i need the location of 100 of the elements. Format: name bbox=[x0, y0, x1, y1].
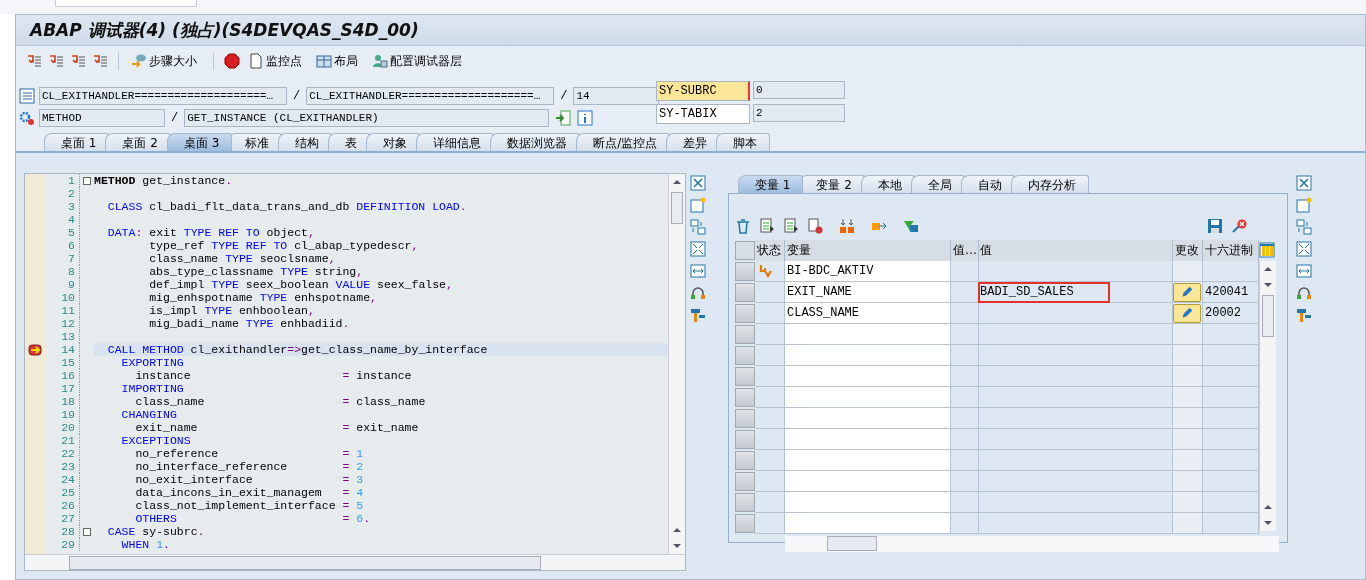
scrollbar[interactable] bbox=[1259, 261, 1276, 531]
method-field: GET_INSTANCE (CL_EXITHANDLER) bbox=[184, 109, 550, 127]
line-number: 16 bbox=[46, 369, 80, 382]
code-line: def_impl TYPE seex_boolean VALUE seex_false, bbox=[148, 278, 454, 291]
line-number: 15 bbox=[46, 356, 80, 369]
horizontal-scrollbar[interactable] bbox=[785, 536, 1279, 552]
sort-icon[interactable] bbox=[839, 218, 855, 234]
toolbar-button[interactable]: 布局 bbox=[314, 50, 364, 72]
save-icon[interactable] bbox=[1207, 218, 1223, 234]
line-number: 2 bbox=[46, 187, 80, 200]
swap-icon[interactable] bbox=[1296, 219, 1312, 235]
swap-icon[interactable] bbox=[690, 219, 706, 235]
toolbar-button[interactable]: 步骤大小 bbox=[129, 50, 203, 72]
table-cell bbox=[951, 303, 979, 324]
table-cell bbox=[951, 387, 979, 408]
code-line: no_reference = 1 bbox=[134, 447, 365, 460]
tab[interactable]: 变量 1 bbox=[738, 175, 804, 193]
step-icon[interactable] bbox=[26, 53, 42, 69]
tab[interactable]: 桌面 2 bbox=[105, 133, 171, 151]
horizontal-scrollbar[interactable] bbox=[25, 554, 685, 570]
table-cell bbox=[1173, 366, 1203, 387]
tab[interactable]: 自动 bbox=[960, 175, 1015, 193]
column-header[interactable]: 变量 bbox=[785, 240, 951, 261]
columns-icon[interactable] bbox=[1259, 242, 1275, 258]
variable-field[interactable]: SY-SUBRC bbox=[656, 81, 750, 101]
line-number: 13 bbox=[46, 330, 80, 343]
column-header[interactable]: 值 bbox=[979, 240, 1173, 261]
separator-text: / bbox=[170, 111, 180, 125]
table-cell bbox=[951, 324, 979, 345]
table-cell[interactable]: BI-BDC_AKTIV bbox=[785, 261, 951, 282]
expand-icon[interactable] bbox=[1296, 241, 1312, 257]
code-line: WHEN 1. bbox=[120, 538, 171, 551]
column-header[interactable]: 值… bbox=[951, 240, 979, 261]
tab[interactable]: 桌面 3 bbox=[166, 133, 233, 151]
list-icon bbox=[19, 88, 35, 104]
line-number: 29 bbox=[46, 538, 80, 551]
table-cell[interactable]: CLASS_NAME bbox=[785, 303, 951, 324]
tools-icon[interactable] bbox=[1296, 307, 1312, 323]
program-field: CL_EXITHANDLER====================… bbox=[39, 87, 287, 105]
resize-icon[interactable] bbox=[690, 263, 706, 279]
line-field: 14 bbox=[573, 87, 660, 105]
tab[interactable]: 断点/监控点 bbox=[576, 133, 671, 151]
list-icon[interactable] bbox=[783, 218, 799, 234]
expand-icon[interactable] bbox=[690, 241, 706, 257]
code-line: type_ref TYPE REF TO cl_abap_typedescr, bbox=[148, 239, 420, 252]
line-number: 14 bbox=[46, 343, 80, 356]
line-number: 7 bbox=[46, 252, 80, 265]
navigate-icon[interactable] bbox=[555, 110, 572, 126]
line-number: 6 bbox=[46, 239, 80, 252]
include-field: CL_EXITHANDLER====================… bbox=[306, 87, 555, 105]
code-line: class_name = class_name bbox=[134, 395, 427, 408]
toolbar-button[interactable]: 配置调试器层 bbox=[370, 50, 468, 72]
info-icon[interactable] bbox=[577, 110, 594, 126]
line-number: 27 bbox=[46, 512, 80, 525]
table-cell[interactable]: EXIT_NAME bbox=[785, 282, 951, 303]
table-cell bbox=[1173, 471, 1203, 492]
collapse-icon[interactable] bbox=[83, 527, 91, 536]
column-header[interactable]: 十六进制 bbox=[1203, 240, 1259, 261]
filter-icon[interactable] bbox=[903, 218, 919, 234]
line-number: 5 bbox=[46, 226, 80, 239]
code-line: CHANGING bbox=[120, 408, 178, 421]
tools-icon[interactable] bbox=[690, 307, 706, 323]
tab[interactable]: 桌面 1 bbox=[44, 133, 110, 151]
close-icon[interactable] bbox=[1296, 175, 1312, 191]
variable-field[interactable]: SY-TABIX bbox=[656, 104, 750, 124]
resize-icon[interactable] bbox=[1296, 263, 1312, 279]
headset-icon[interactable] bbox=[1296, 285, 1312, 301]
tab[interactable]: 本地 bbox=[860, 175, 915, 193]
input-field[interactable] bbox=[55, 0, 197, 7]
table-cell bbox=[951, 471, 979, 492]
new-window-icon[interactable] bbox=[690, 197, 706, 213]
line-number: 19 bbox=[46, 408, 80, 421]
pencil-icon bbox=[1180, 306, 1194, 320]
headset-icon[interactable] bbox=[690, 285, 706, 301]
tab[interactable]: 详细信息 bbox=[416, 133, 495, 151]
collapse-icon[interactable] bbox=[83, 176, 91, 185]
table-cell bbox=[1173, 408, 1203, 429]
tab[interactable]: 全局 bbox=[910, 175, 965, 193]
column-header[interactable]: 更改 bbox=[1173, 240, 1203, 261]
list-icon[interactable] bbox=[759, 218, 775, 234]
remove-row-icon[interactable] bbox=[807, 218, 823, 234]
delete-icon[interactable] bbox=[735, 218, 751, 234]
close-icon[interactable] bbox=[690, 175, 706, 191]
toolbar-button[interactable]: 监控点 bbox=[246, 50, 308, 72]
layout-icon bbox=[316, 53, 332, 69]
table-cell bbox=[1173, 513, 1203, 534]
type-field: METHOD bbox=[39, 109, 165, 127]
value-field: 0 bbox=[753, 81, 845, 99]
delete-icon[interactable] bbox=[1231, 218, 1247, 234]
line-number: 9 bbox=[46, 278, 80, 291]
stop-icon[interactable] bbox=[224, 53, 240, 69]
tab[interactable]: 内存分析 bbox=[1010, 175, 1089, 193]
tab[interactable]: 脚本 bbox=[716, 133, 771, 151]
code-line: EXPORTING bbox=[120, 356, 185, 369]
new-window-icon[interactable] bbox=[1296, 197, 1312, 213]
table-cell bbox=[951, 366, 979, 387]
steps-icon bbox=[131, 53, 147, 69]
code-line: mig_enhspotname TYPE enhspotname, bbox=[148, 291, 378, 304]
scrollbar[interactable] bbox=[668, 174, 685, 554]
column-header[interactable]: 状态 bbox=[755, 240, 785, 261]
